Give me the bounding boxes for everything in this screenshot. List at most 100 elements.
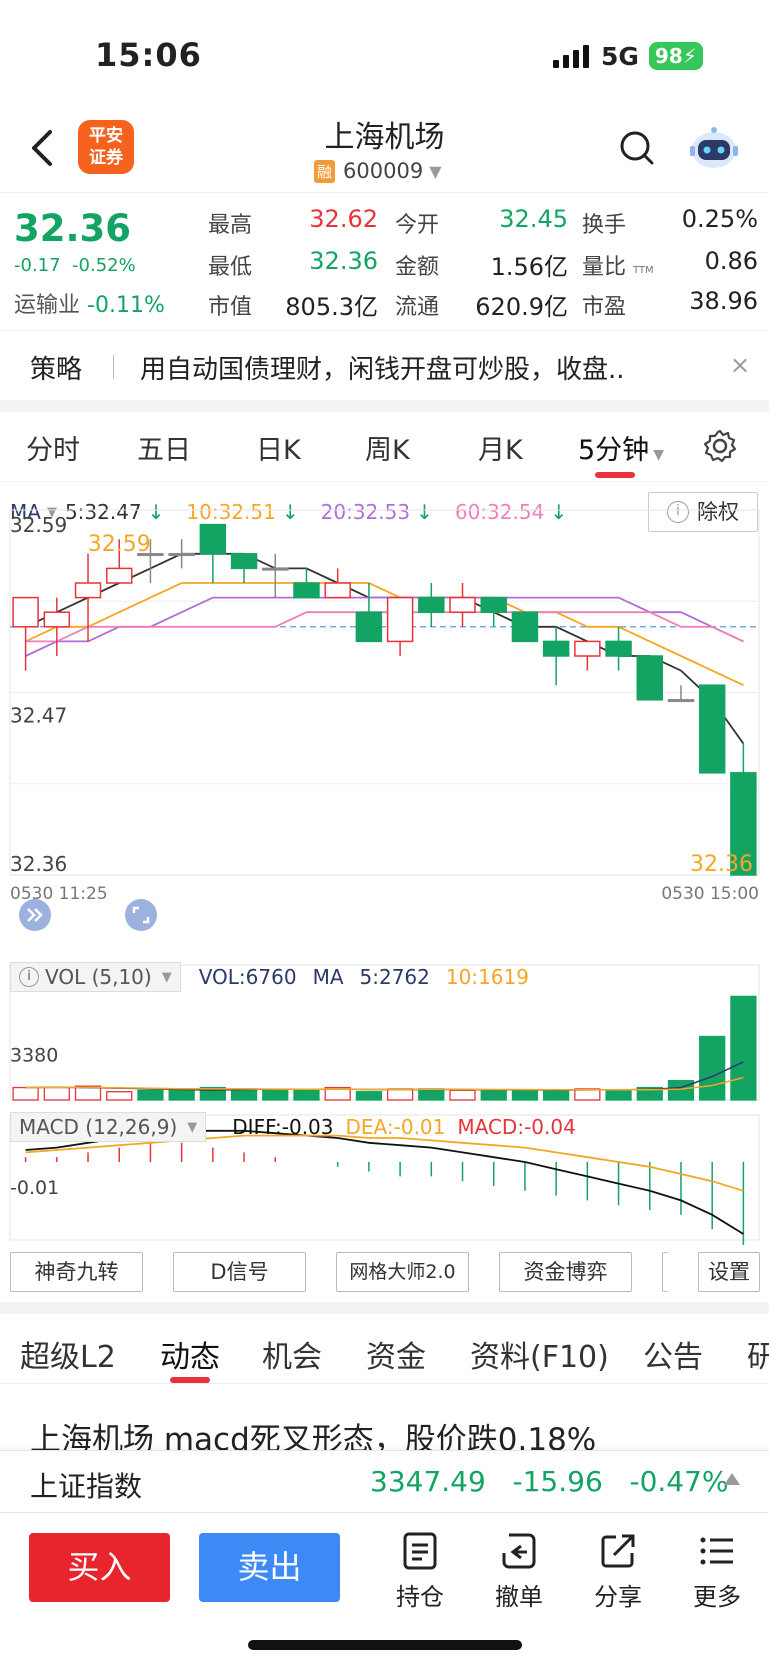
volume-bar [355,1091,383,1101]
more-button[interactable]: 更多 [677,1531,757,1612]
index-ticker[interactable]: 上证指数 3347.49 -15.96 -0.47% [0,1450,769,1512]
network-type: 5G [601,41,639,71]
quote-value: 0.86 [704,247,758,275]
close-icon[interactable]: × [730,351,750,379]
battery-level: 98 [654,44,683,68]
tool-settings[interactable]: 设置 [698,1252,760,1292]
tab-fenshi[interactable]: 分时 [26,428,80,467]
fullscreen-icon[interactable] [124,898,158,936]
volume-bar [12,1086,39,1101]
volume-bar [730,995,757,1101]
section-gap [0,1302,769,1314]
candle-body [574,640,601,657]
volume-bar [262,1089,289,1101]
vol-ma10-line [25,1076,744,1091]
tool-grid-master[interactable]: 网格大师2.0 [336,1252,469,1292]
quote-value: 32.45 [499,205,568,233]
strategy-banner[interactable]: 策略 用自动国债理财，闲钱开盘可炒股，收盘.. × [0,330,769,400]
candle-body [74,582,102,599]
tab-daily-k[interactable]: 日K [256,428,301,467]
search-icon[interactable] [617,128,657,168]
divider [113,355,114,379]
share-icon [601,1534,635,1568]
section-gap [0,400,769,412]
cancel-order-icon [502,1533,536,1569]
tab-research[interactable]: 研 [747,1332,769,1376]
more-icon [700,1537,733,1565]
candle-body [230,553,258,570]
candle-body [355,611,383,643]
candle-body [262,567,289,571]
volume-axis-label: 3380 [10,1044,58,1066]
quote-value: 1.56亿 [490,253,568,281]
candle-body [418,596,445,613]
share-label: 分享 [594,1583,642,1611]
expand-left-icon[interactable] [18,898,52,936]
tool-d-signal[interactable]: D信号 [173,1252,306,1292]
change-value: -0.17 [14,255,61,276]
tab-5min[interactable]: 5分钟 ▼ [578,428,664,467]
index-change-pct: -0.47% [629,1465,729,1498]
position-label: 持仓 [396,1583,444,1611]
cancel-order-button[interactable]: 撤单 [479,1531,559,1612]
tab-super-l2[interactable]: 超级L2 [20,1332,116,1376]
sector-change: -0.11% [87,293,165,318]
tab-opportunity[interactable]: 机会 [262,1332,322,1376]
signal-icon [553,44,593,68]
quote-label: 市盈 [582,295,627,320]
caret-down-icon: ▼ [653,447,664,463]
sell-button[interactable]: 卖出 [199,1533,340,1602]
tool-jiuzhuan[interactable]: 神奇九转 [10,1252,143,1292]
diff-line [25,1129,744,1235]
vol-ma5: 5:2762 [359,965,430,989]
active-tab-indicator [170,1377,210,1383]
candles [12,523,757,876]
quote-label: 金额 [395,255,440,280]
robot-assistant-icon[interactable] [688,124,740,172]
quote-label: 换手 [582,213,627,238]
sector-link[interactable]: 运输业 -0.11% [14,287,165,319]
volume-bar [418,1088,445,1101]
macd-selector[interactable]: MACD (12,26,9) ▼ [10,1112,207,1142]
x-axis-label: 0530 15:00 [661,884,759,904]
tab-capital[interactable]: 资金 [366,1332,426,1376]
volume-bar [386,1088,414,1101]
quote-label: 最高 [208,213,253,238]
index-value: 3347.49 [370,1465,486,1498]
expand-up-icon[interactable] [722,1471,742,1491]
more-label: 更多 [693,1583,741,1611]
gear-icon[interactable] [702,428,738,468]
tab-monthly-k[interactable]: 月K [478,428,523,467]
indicator-tools: 神奇九转 D信号 网格大师2.0 资金博弈 设置 [0,1252,769,1300]
index-values: 3347.49 -15.96 -0.47% [370,1465,729,1498]
current-price: 32.36 [14,207,132,250]
battery-icon: 98⚡ [648,42,703,70]
macd-label: MACD (12,26,9) [19,1115,178,1139]
quote-label: 市值 [208,295,253,320]
stock-code-selector[interactable]: 融 600009 ▼ [314,158,442,184]
tool-capital-game[interactable]: 资金博弈 [499,1252,632,1292]
tab-weekly-k[interactable]: 周K [365,428,410,467]
macd-legend: MACD (12,26,9) ▼ DIFF:-0.03 DEA:-0.01 MA… [10,1112,576,1142]
index-name: 上证指数 [30,1470,143,1503]
pe-ttm-label: TTM [633,265,654,276]
tab-wuri[interactable]: 五日 [137,428,191,467]
info-tabs: 超级L2 动态 机会 资金 资料(F10) 公告 研 [0,1314,769,1384]
tab-news[interactable]: 动态 [160,1332,220,1376]
volume-bar [137,1089,164,1101]
candle-body [12,596,39,628]
volume-selector[interactable]: i VOL (5,10) ▼ [10,962,181,992]
share-button[interactable]: 分享 [578,1531,658,1612]
position-button[interactable]: 持仓 [380,1531,460,1612]
status-time: 15:06 [95,36,202,74]
volume-bar [168,1089,195,1101]
y-axis-label: 32.36 [10,852,67,876]
vol-value: VOL:6760 [198,965,297,989]
volume-bar [480,1089,507,1101]
tab-f10[interactable]: 资料(F10) [470,1332,609,1376]
tab-5min-label: 5分钟 [578,435,650,466]
tab-announcement[interactable]: 公告 [643,1332,703,1376]
buy-button[interactable]: 买入 [29,1533,170,1602]
volume-bar [605,1089,632,1101]
caret-down-icon: ▼ [187,1119,198,1135]
